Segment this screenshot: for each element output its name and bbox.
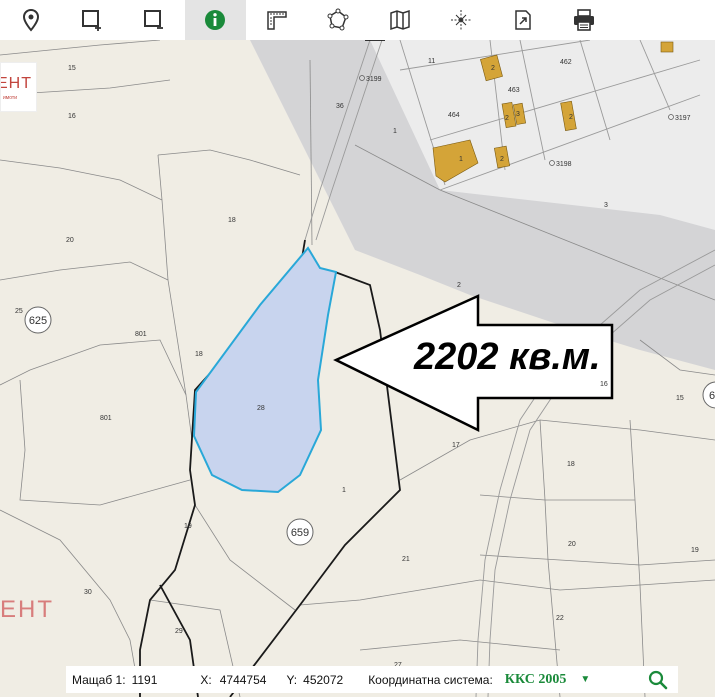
parcel-label: 462	[560, 59, 572, 66]
parcel-label: 15	[676, 395, 684, 402]
parcel-label: 2	[491, 65, 495, 72]
print-tool[interactable]	[554, 0, 616, 40]
parcel-label: 801	[135, 331, 147, 338]
watermark: ЕНТ	[0, 596, 54, 623]
print-icon	[574, 9, 595, 31]
parcel-label: 21	[402, 556, 410, 563]
select-remove-icon	[143, 10, 163, 29]
parcel-label: 2	[569, 114, 573, 121]
scale-value[interactable]: 1191	[132, 673, 158, 687]
parcel-label: 3197	[675, 115, 691, 122]
y-value: 452072	[303, 672, 344, 687]
coordinates-tool[interactable]	[431, 0, 493, 40]
parcel-label: 18	[228, 217, 236, 224]
coordinate-system-dropdown[interactable]: ▼	[580, 674, 590, 685]
location-pin-tool[interactable]	[0, 0, 62, 40]
x-label: X:	[200, 672, 212, 687]
select-add-icon	[82, 10, 102, 31]
scale-label: Мащаб 1:	[72, 672, 126, 687]
logo-text: ЕНТ	[0, 75, 32, 92]
circle-label-6: 6	[709, 390, 715, 402]
search-button[interactable]	[648, 670, 668, 690]
parcel-label: 16	[68, 113, 76, 120]
cadastral-map[interactable]: 625 659 6 15 16 18 20 25 801 801 18 28 1…	[0, 40, 715, 697]
parcel-label: 3198	[556, 161, 572, 168]
parcel-label: 22	[556, 615, 564, 622]
parcel-label: 18	[195, 351, 203, 358]
search-icon	[648, 670, 668, 689]
parcel-label: 17	[452, 442, 460, 449]
parcel-label: 1	[342, 487, 346, 494]
export-icon	[515, 10, 531, 30]
parcel-label: 20	[568, 541, 576, 548]
polygon-icon	[327, 8, 349, 31]
parcel-label: 18	[567, 461, 575, 468]
parcel-label: 16	[600, 381, 608, 388]
info-tool[interactable]	[184, 0, 246, 40]
status-bar: Мащаб 1: 1191 X: 4744754 Y: 452072 Коорд…	[66, 666, 678, 693]
map-canvas[interactable]: 625 659 6 15 16 18 20 25 801 801 18 28 1…	[0, 40, 715, 697]
logo-subtext: имоти	[3, 95, 17, 101]
area-label: 2202 кв.м.	[414, 336, 601, 378]
polygon-tool[interactable]	[308, 0, 370, 40]
x-value: 4744754	[219, 672, 267, 687]
parcel-label: 1	[459, 156, 463, 163]
parcel-label: 19	[691, 547, 699, 554]
coordinates-icon	[451, 10, 472, 30]
parcel-label: 28	[257, 405, 265, 412]
parcel-label: 15	[68, 65, 76, 72]
parcel-label: 2	[457, 282, 461, 289]
select-add-tool[interactable]	[62, 0, 124, 40]
parcel-label: 2	[505, 115, 509, 122]
building	[660, 41, 674, 53]
agency-logo: ЕНТ имоти	[0, 62, 37, 112]
y-label: Y:	[286, 672, 298, 687]
parcel-label: 19	[184, 523, 192, 530]
parcel-label: 3	[604, 202, 608, 209]
map-toolbar	[0, 0, 715, 41]
export-tool[interactable]	[492, 0, 554, 40]
measure-icon	[267, 11, 287, 30]
parcel-label: 20	[66, 237, 74, 244]
coordinate-system-label: Координатна система:	[368, 672, 493, 687]
measure-tool[interactable]	[246, 0, 308, 40]
parcel-label: 11	[428, 58, 435, 65]
parcel-label: 801	[100, 415, 112, 422]
parcel-label: 3	[516, 111, 520, 118]
parcel-label: 3199	[366, 76, 382, 83]
parcel-label: 463	[508, 87, 520, 94]
circle-label-625: 625	[29, 315, 47, 327]
parcel-label: 25	[15, 308, 23, 315]
parcel-label: 30	[84, 589, 92, 596]
location-pin-icon	[22, 8, 39, 32]
map-tool[interactable]	[369, 0, 431, 40]
map-icon	[390, 9, 410, 31]
parcel-label: 2	[500, 156, 504, 163]
parcel-label: 36	[336, 103, 344, 110]
select-remove-tool[interactable]	[123, 0, 185, 40]
parcel-label: 29	[175, 628, 183, 635]
parcel-label: 464	[448, 112, 460, 119]
circle-label-659: 659	[291, 527, 309, 539]
coordinate-system-value[interactable]: ККС 2005	[505, 672, 567, 688]
parcel-label: 1	[393, 128, 397, 135]
info-icon	[205, 10, 226, 30]
